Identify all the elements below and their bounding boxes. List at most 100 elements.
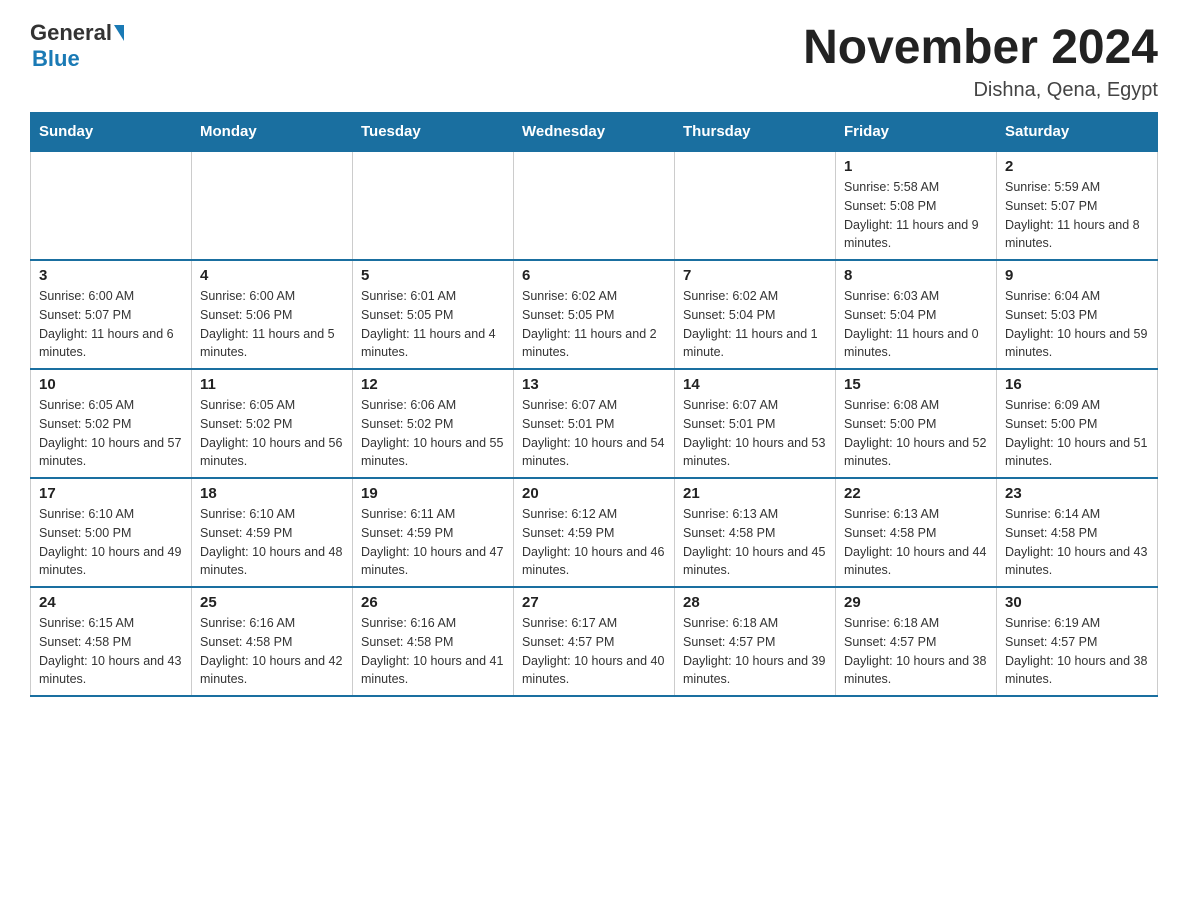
day-number: 28 xyxy=(683,594,827,611)
day-number: 23 xyxy=(1005,485,1149,502)
day-number: 4 xyxy=(200,267,344,284)
calendar-cell: 26 Sunrise: 6:16 AMSunset: 4:58 PMDayligh… xyxy=(353,587,514,696)
weekday-header: Sunday xyxy=(31,113,192,152)
day-number: 14 xyxy=(683,376,827,393)
calendar-cell: 22 Sunrise: 6:13 AMSunset: 4:58 PMDayligh… xyxy=(836,478,997,587)
day-number: 16 xyxy=(1005,376,1149,393)
calendar-cell: 24 Sunrise: 6:15 AMSunset: 4:58 PMDayligh… xyxy=(31,587,192,696)
calendar-cell: 5 Sunrise: 6:01 AMSunset: 5:05 PMDaylight… xyxy=(353,260,514,369)
day-number: 8 xyxy=(844,267,988,284)
calendar-cell: 23Sunrise: 6:14 AMSunset: 4:58 PMDayligh… xyxy=(997,478,1158,587)
calendar-cell: 27Sunrise: 6:17 AMSunset: 4:57 PMDayligh… xyxy=(514,587,675,696)
calendar-cell: 6 Sunrise: 6:02 AMSunset: 5:05 PMDaylight… xyxy=(514,260,675,369)
logo-triangle-icon xyxy=(114,25,124,41)
day-info: Sunrise: 6:10 AMSunset: 5:00 PMDaylight:… xyxy=(39,505,183,580)
day-info: Sunrise: 6:02 AMSunset: 5:05 PMDaylight:… xyxy=(522,287,666,362)
calendar-cell: 16 Sunrise: 6:09 AMSunset: 5:00 PMDayligh… xyxy=(997,369,1158,478)
day-info: Sunrise: 6:11 AMSunset: 4:59 PMDaylight:… xyxy=(361,505,505,580)
calendar-cell xyxy=(514,151,675,260)
day-info: Sunrise: 6:03 AMSunset: 5:04 PMDaylight:… xyxy=(844,287,988,362)
day-info: Sunrise: 6:13 AMSunset: 4:58 PMDaylight:… xyxy=(844,505,988,580)
day-info: Sunrise: 6:00 AMSunset: 5:06 PMDaylight:… xyxy=(200,287,344,362)
day-info: Sunrise: 6:19 AMSunset: 4:57 PMDaylight:… xyxy=(1005,614,1149,689)
calendar-cell: 2 Sunrise: 5:59 AMSunset: 5:07 PMDaylight… xyxy=(997,151,1158,260)
day-info: Sunrise: 6:16 AMSunset: 4:58 PMDaylight:… xyxy=(200,614,344,689)
day-number: 17 xyxy=(39,485,183,502)
calendar-cell: 29 Sunrise: 6:18 AMSunset: 4:57 PMDayligh… xyxy=(836,587,997,696)
calendar-cell: 18Sunrise: 6:10 AMSunset: 4:59 PMDayligh… xyxy=(192,478,353,587)
day-info: Sunrise: 6:10 AMSunset: 4:59 PMDaylight:… xyxy=(200,505,344,580)
calendar-cell xyxy=(353,151,514,260)
calendar-cell: 14Sunrise: 6:07 AMSunset: 5:01 PMDayligh… xyxy=(675,369,836,478)
title-block: November 2024 Dishna, Qena, Egypt xyxy=(803,20,1158,102)
day-number: 20 xyxy=(522,485,666,502)
day-number: 12 xyxy=(361,376,505,393)
weekday-header: Monday xyxy=(192,113,353,152)
day-number: 13 xyxy=(522,376,666,393)
day-number: 10 xyxy=(39,376,183,393)
day-number: 24 xyxy=(39,594,183,611)
day-info: Sunrise: 5:59 AMSunset: 5:07 PMDaylight:… xyxy=(1005,178,1149,253)
day-number: 6 xyxy=(522,267,666,284)
calendar-cell: 10 Sunrise: 6:05 AMSunset: 5:02 PMDayligh… xyxy=(31,369,192,478)
day-info: Sunrise: 6:01 AMSunset: 5:05 PMDaylight:… xyxy=(361,287,505,362)
day-info: Sunrise: 6:16 AMSunset: 4:58 PMDaylight:… xyxy=(361,614,505,689)
weekday-header: Saturday xyxy=(997,113,1158,152)
calendar-week-row: 24 Sunrise: 6:15 AMSunset: 4:58 PMDayligh… xyxy=(31,587,1158,696)
day-number: 9 xyxy=(1005,267,1149,284)
calendar-week-row: 17 Sunrise: 6:10 AMSunset: 5:00 PMDayligh… xyxy=(31,478,1158,587)
weekday-header-row: SundayMondayTuesdayWednesdayThursdayFrid… xyxy=(31,113,1158,152)
calendar-cell xyxy=(675,151,836,260)
day-number: 2 xyxy=(1005,158,1149,175)
calendar-week-row: 3 Sunrise: 6:00 AMSunset: 5:07 PMDaylight… xyxy=(31,260,1158,369)
weekday-header: Friday xyxy=(836,113,997,152)
day-number: 11 xyxy=(200,376,344,393)
weekday-header: Tuesday xyxy=(353,113,514,152)
weekday-header: Wednesday xyxy=(514,113,675,152)
day-info: Sunrise: 6:15 AMSunset: 4:58 PMDaylight:… xyxy=(39,614,183,689)
day-info: Sunrise: 6:13 AMSunset: 4:58 PMDaylight:… xyxy=(683,505,827,580)
calendar-cell: 9 Sunrise: 6:04 AMSunset: 5:03 PMDaylight… xyxy=(997,260,1158,369)
day-info: Sunrise: 6:02 AMSunset: 5:04 PMDaylight:… xyxy=(683,287,827,362)
calendar-cell: 17 Sunrise: 6:10 AMSunset: 5:00 PMDayligh… xyxy=(31,478,192,587)
day-info: Sunrise: 6:00 AMSunset: 5:07 PMDaylight:… xyxy=(39,287,183,362)
calendar-cell: 15 Sunrise: 6:08 AMSunset: 5:00 PMDayligh… xyxy=(836,369,997,478)
calendar-cell: 19 Sunrise: 6:11 AMSunset: 4:59 PMDayligh… xyxy=(353,478,514,587)
day-number: 29 xyxy=(844,594,988,611)
day-info: Sunrise: 6:08 AMSunset: 5:00 PMDaylight:… xyxy=(844,396,988,471)
page-header: General Blue November 2024 Dishna, Qena,… xyxy=(30,20,1158,102)
calendar-cell xyxy=(192,151,353,260)
calendar-cell: 8 Sunrise: 6:03 AMSunset: 5:04 PMDaylight… xyxy=(836,260,997,369)
day-number: 1 xyxy=(844,158,988,175)
calendar-week-row: 10 Sunrise: 6:05 AMSunset: 5:02 PMDayligh… xyxy=(31,369,1158,478)
calendar-cell: 25Sunrise: 6:16 AMSunset: 4:58 PMDayligh… xyxy=(192,587,353,696)
location-text: Dishna, Qena, Egypt xyxy=(803,79,1158,102)
day-number: 26 xyxy=(361,594,505,611)
day-info: Sunrise: 6:09 AMSunset: 5:00 PMDaylight:… xyxy=(1005,396,1149,471)
calendar-table: SundayMondayTuesdayWednesdayThursdayFrid… xyxy=(30,112,1158,697)
logo-text-general: General xyxy=(30,20,112,46)
calendar-cell: 20Sunrise: 6:12 AMSunset: 4:59 PMDayligh… xyxy=(514,478,675,587)
calendar-cell: 12 Sunrise: 6:06 AMSunset: 5:02 PMDayligh… xyxy=(353,369,514,478)
day-info: Sunrise: 6:05 AMSunset: 5:02 PMDaylight:… xyxy=(200,396,344,471)
day-number: 30 xyxy=(1005,594,1149,611)
day-number: 5 xyxy=(361,267,505,284)
calendar-cell: 28 Sunrise: 6:18 AMSunset: 4:57 PMDayligh… xyxy=(675,587,836,696)
day-info: Sunrise: 6:18 AMSunset: 4:57 PMDaylight:… xyxy=(683,614,827,689)
day-info: Sunrise: 6:18 AMSunset: 4:57 PMDaylight:… xyxy=(844,614,988,689)
day-number: 19 xyxy=(361,485,505,502)
day-info: Sunrise: 6:07 AMSunset: 5:01 PMDaylight:… xyxy=(522,396,666,471)
calendar-cell: 21Sunrise: 6:13 AMSunset: 4:58 PMDayligh… xyxy=(675,478,836,587)
calendar-cell xyxy=(31,151,192,260)
day-number: 3 xyxy=(39,267,183,284)
calendar-cell: 30 Sunrise: 6:19 AMSunset: 4:57 PMDayligh… xyxy=(997,587,1158,696)
calendar-cell: 3 Sunrise: 6:00 AMSunset: 5:07 PMDaylight… xyxy=(31,260,192,369)
calendar-week-row: 1Sunrise: 5:58 AMSunset: 5:08 PMDaylight… xyxy=(31,151,1158,260)
day-info: Sunrise: 6:05 AMSunset: 5:02 PMDaylight:… xyxy=(39,396,183,471)
day-number: 22 xyxy=(844,485,988,502)
logo-text-blue: Blue xyxy=(32,46,80,72)
calendar-cell: 4 Sunrise: 6:00 AMSunset: 5:06 PMDaylight… xyxy=(192,260,353,369)
day-info: Sunrise: 6:04 AMSunset: 5:03 PMDaylight:… xyxy=(1005,287,1149,362)
day-info: Sunrise: 6:06 AMSunset: 5:02 PMDaylight:… xyxy=(361,396,505,471)
day-number: 15 xyxy=(844,376,988,393)
